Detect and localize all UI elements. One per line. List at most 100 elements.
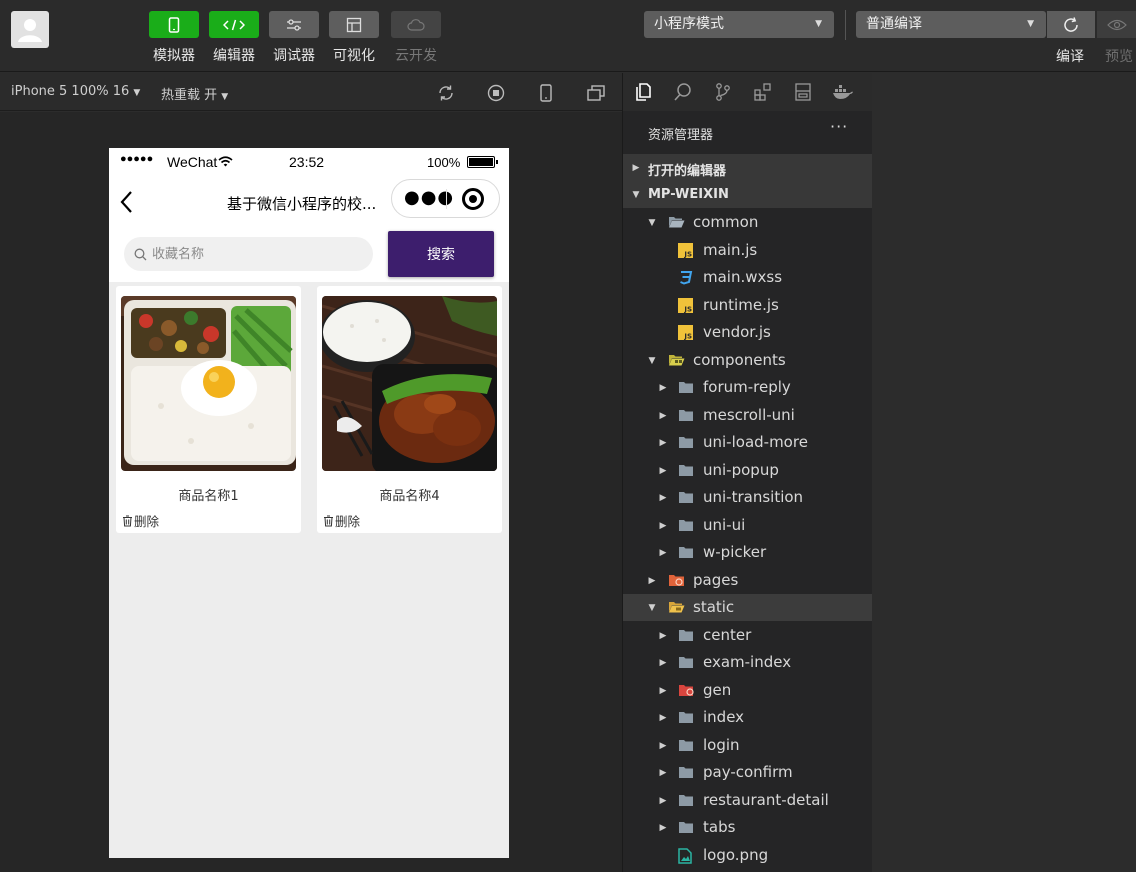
battery-percent: 100% [427, 155, 461, 170]
tree-label: pay-confirm [703, 763, 793, 781]
chevron-right-icon: ▶ [659, 712, 667, 723]
folder-icon [678, 463, 694, 478]
debugger-tool[interactable]: 调试器 [268, 11, 320, 65]
favorite-item[interactable]: 商品名称4 删除 [317, 286, 502, 533]
item-name: 商品名称4 [379, 489, 440, 504]
status-time: 23:52 [289, 154, 325, 170]
files-icon[interactable] [632, 81, 654, 103]
compile-select[interactable]: 普通编译 ▼ [856, 11, 1046, 38]
search-button[interactable]: 搜索 [388, 231, 494, 277]
compile-button[interactable] [1047, 11, 1095, 38]
editor-tool[interactable]: 编辑器 [208, 11, 260, 65]
chevron-right-icon: ▶ [659, 382, 667, 393]
editor-label: 编辑器 [213, 48, 255, 64]
tree-file-logo-png[interactable]: logo.png [623, 842, 873, 869]
file-explorer: 资源管理器 ··· ▶ 打开的编辑器 ▼ MP-WEIXIN ▼ common … [622, 73, 873, 872]
chevron-right-icon: ▶ [659, 465, 667, 476]
mode-select[interactable]: 小程序模式 ▼ [644, 11, 834, 38]
cloud-dev-tool[interactable]: 云开发 [390, 11, 442, 65]
chevron-right-icon: ▶ [659, 410, 667, 421]
tree-file-runtime-js[interactable]: JS runtime.js [623, 292, 873, 319]
tree-folder-gen[interactable]: ▶ gen [623, 677, 873, 704]
tree-label: main.wxss [703, 268, 783, 286]
tree-label: login [703, 736, 740, 754]
close-mini-program-icon[interactable] [462, 188, 484, 210]
detach-window-icon[interactable] [585, 82, 607, 104]
delete-button[interactable]: 删除 [323, 511, 360, 530]
trash-icon [123, 515, 132, 526]
simulator-tool[interactable]: 模拟器 [148, 11, 200, 65]
tree-folder-uni-load-more[interactable]: ▶ uni-load-more [623, 429, 873, 456]
favorite-item[interactable]: 商品名称1 删除 [116, 286, 301, 533]
tree-file-main-wxss[interactable]: main.wxss [623, 264, 873, 291]
section-label: MP-WEIXIN [648, 187, 729, 202]
open-editors-section[interactable]: ▶ 打开的编辑器 [623, 154, 873, 181]
more-actions-icon[interactable]: ··· [830, 117, 848, 136]
chevron-right-icon: ▶ [659, 520, 667, 531]
tree-file-vendor-js[interactable]: JS vendor.js [623, 319, 873, 346]
tree-label: restaurant-detail [703, 791, 829, 809]
chevron-right-icon: ▶ [648, 575, 656, 586]
chevron-down-icon: ▼ [648, 602, 656, 613]
tree-folder-center[interactable]: ▶ center [623, 622, 873, 649]
carrier-name: WeChat [167, 154, 233, 170]
chevron-down-icon: ▼ [815, 19, 822, 29]
tree-folder-tabs[interactable]: ▶ tabs [623, 814, 873, 841]
back-arrow-icon[interactable] [119, 190, 135, 218]
tree-label: uni-ui [703, 516, 746, 534]
extensions-icon[interactable] [752, 81, 774, 103]
tree-folder-pay-confirm[interactable]: ▶ pay-confirm [623, 759, 873, 786]
folder-icon [678, 628, 694, 643]
tree-folder-static[interactable]: ▼ static [623, 594, 873, 621]
tree-folder-common[interactable]: ▼ common [623, 209, 873, 236]
source-control-icon[interactable] [712, 81, 734, 103]
tree-folder-exam-index[interactable]: ▶ exam-index [623, 649, 873, 676]
search-bar: 搜索 [109, 228, 509, 282]
tree-folder-restaurant-detail[interactable]: ▶ restaurant-detail [623, 787, 873, 814]
hot-reload-select[interactable]: 热重载 开 ▼ [161, 84, 228, 103]
tree-folder-forum-reply[interactable]: ▶ forum-reply [623, 374, 873, 401]
delete-button[interactable]: 删除 [122, 511, 159, 530]
stop-icon[interactable] [485, 82, 507, 104]
folder-icon [678, 490, 694, 505]
search-icon[interactable] [672, 81, 694, 103]
editor-area [872, 73, 1136, 872]
user-avatar[interactable] [11, 11, 49, 48]
device-select[interactable]: iPhone 5 100% 16 ▼ [11, 84, 140, 99]
food-image[interactable] [121, 296, 296, 471]
tree-folder-uni-ui[interactable]: ▶ uni-ui [623, 512, 873, 539]
project-section[interactable]: ▼ MP-WEIXIN [623, 181, 873, 208]
tree-folder-mescroll-uni[interactable]: ▶ mescroll-uni [623, 402, 873, 429]
folder-icon [678, 765, 694, 780]
rotate-icon[interactable] [435, 82, 457, 104]
tree-folder-uni-popup[interactable]: ▶ uni-popup [623, 457, 873, 484]
item-name: 商品名称1 [178, 489, 239, 504]
tree-folder-components[interactable]: ▼ components [623, 347, 873, 374]
preview-button[interactable] [1097, 11, 1136, 38]
folder-open-icon [668, 215, 685, 230]
capsule-menu: ●●● [391, 179, 500, 218]
device-icon[interactable] [535, 82, 557, 104]
explorer-activity-bar [623, 73, 873, 111]
tree-file-main-js[interactable]: JS main.js [623, 237, 873, 264]
tree-folder-pages[interactable]: ▶ pages [623, 567, 873, 594]
tree-folder-index[interactable]: ▶ index [623, 704, 873, 731]
toolbar-divider [845, 10, 846, 40]
food-image[interactable] [322, 296, 497, 471]
tree-label: vendor.js [703, 323, 771, 341]
storage-icon[interactable] [792, 81, 814, 103]
chevron-down-icon: ▼ [648, 217, 656, 228]
folder-icon [678, 545, 694, 560]
chevron-right-icon: ▶ [659, 437, 667, 448]
docker-icon[interactable] [832, 81, 854, 103]
visual-tool[interactable]: 可视化 [328, 11, 380, 65]
search-input[interactable] [152, 237, 367, 271]
section-label: 打开的编辑器 [648, 164, 727, 179]
tree-folder-login[interactable]: ▶ login [623, 732, 873, 759]
tree-folder-uni-transition[interactable]: ▶ uni-transition [623, 484, 873, 511]
chevron-right-icon: ▶ [659, 822, 667, 833]
tree-folder-w-picker[interactable]: ▶ w-picker [623, 539, 873, 566]
chevron-right-icon: ▶ [632, 162, 640, 173]
chevron-down-icon: ▼ [632, 189, 640, 200]
folder-icon [678, 793, 694, 808]
